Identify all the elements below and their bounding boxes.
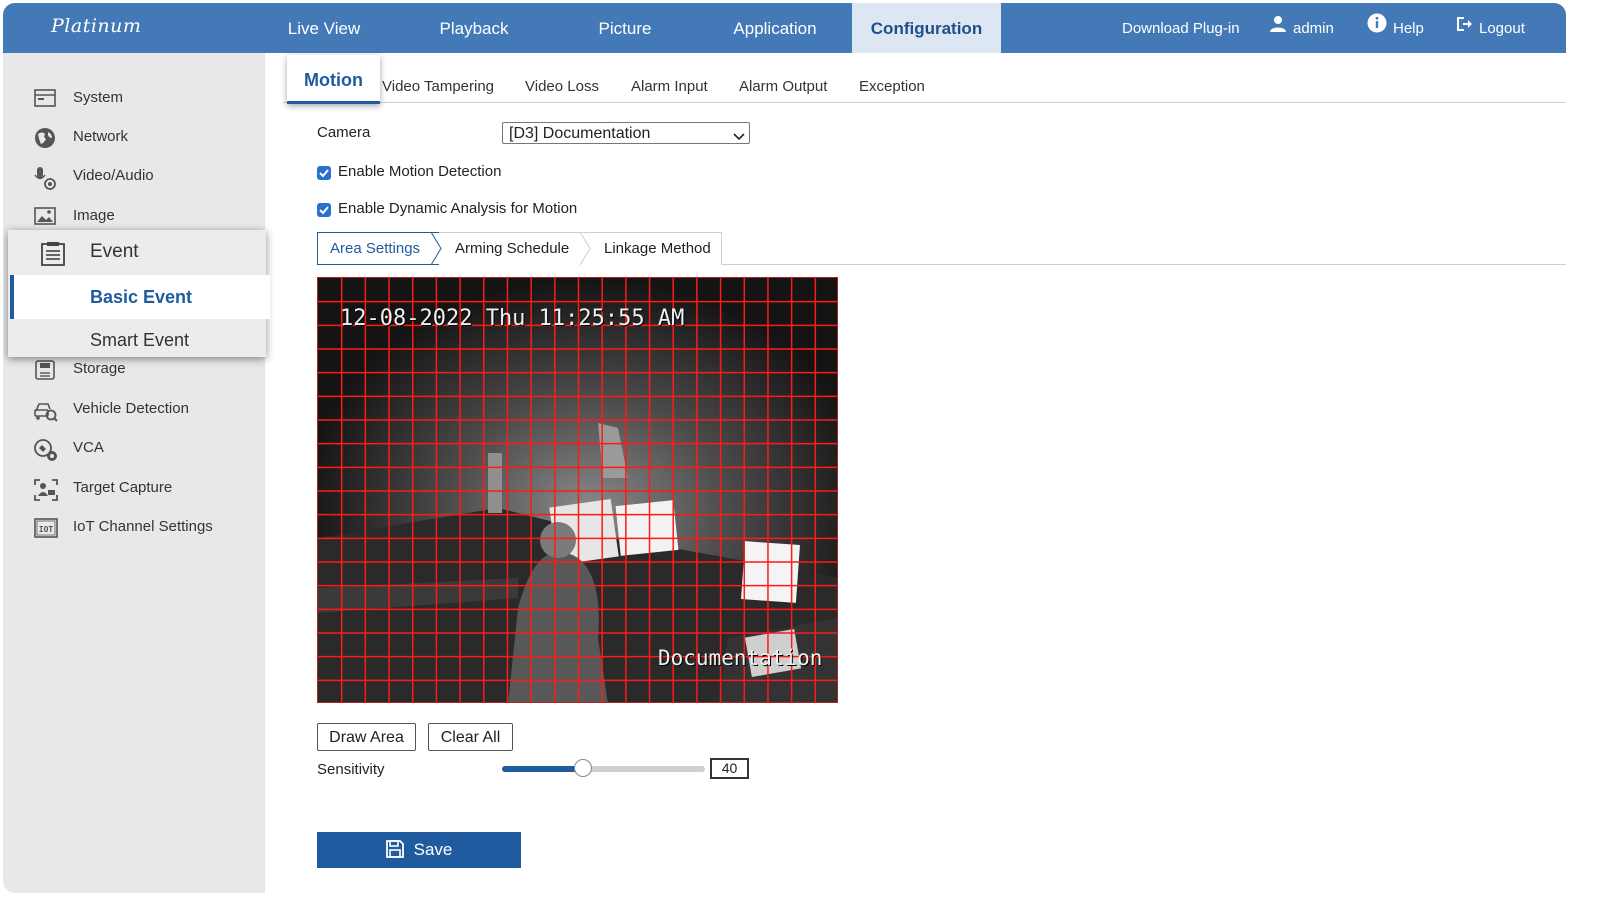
user-icon bbox=[1269, 3, 1287, 55]
sensitivity-slider-handle[interactable] bbox=[574, 759, 593, 777]
user-menu[interactable]: admin bbox=[1269, 3, 1334, 53]
save-button[interactable]: Save bbox=[317, 832, 521, 868]
logout-icon bbox=[1455, 3, 1473, 55]
globe-icon bbox=[33, 127, 57, 148]
nav-playback[interactable]: Playback bbox=[409, 3, 539, 53]
motion-detection-grid[interactable] bbox=[318, 278, 838, 703]
nav-configuration[interactable]: Configuration bbox=[852, 3, 1001, 53]
tab-motion[interactable]: Motion bbox=[287, 55, 380, 104]
download-plugin-link[interactable]: Download Plug-in bbox=[1122, 3, 1240, 53]
help-label: Help bbox=[1393, 20, 1424, 37]
subtabs-divider bbox=[283, 102, 1566, 103]
video-channel-name-overlay: Documentation bbox=[658, 646, 823, 670]
enable-motion-checkbox[interactable] bbox=[317, 166, 331, 180]
top-navigation-bar: Platinum Live View Playback Picture Appl… bbox=[3, 3, 1566, 53]
sidebar-item-smart-event[interactable]: Smart Event bbox=[8, 325, 266, 355]
sidebar-item-event[interactable]: Event bbox=[8, 230, 266, 274]
user-name: admin bbox=[1293, 20, 1334, 37]
sensitivity-value-input[interactable]: 40 bbox=[710, 758, 749, 779]
enable-motion-label: Enable Motion Detection bbox=[338, 163, 502, 180]
camera-label: Camera bbox=[317, 124, 371, 141]
nav-picture[interactable]: Picture bbox=[563, 3, 687, 53]
tab-video-loss[interactable]: Video Loss bbox=[525, 75, 599, 99]
sensitivity-slider-fill bbox=[502, 766, 584, 772]
sidebar-item-basic-event[interactable]: Basic Event bbox=[10, 275, 270, 319]
floppy-disk-icon bbox=[385, 839, 404, 858]
camera-select[interactable]: [D3] Documentation bbox=[502, 122, 750, 144]
brand-logo: Platinum bbox=[51, 15, 142, 37]
event-submenu-panel: Event Basic Event Smart Event bbox=[8, 230, 270, 357]
save-label: Save bbox=[413, 840, 453, 859]
logout-link[interactable]: Logout bbox=[1455, 3, 1525, 53]
target-capture-icon bbox=[33, 478, 58, 501]
checkmark-icon bbox=[319, 169, 329, 178]
help-link[interactable]: Help bbox=[1367, 3, 1424, 53]
motion-area-video-preview[interactable]: 12-08-2022 Thu 11:25:55 AM Documentation bbox=[317, 277, 838, 703]
sensitivity-slider[interactable] bbox=[502, 759, 705, 777]
checkmark-icon bbox=[319, 206, 329, 215]
tab-arrow-separator bbox=[431, 232, 442, 265]
tab-linkage-method[interactable]: Linkage Method bbox=[604, 239, 711, 259]
nav-live-view[interactable]: Live View bbox=[261, 3, 387, 53]
app-window: Platinum Live View Playback Picture Appl… bbox=[3, 3, 1566, 893]
nav-application[interactable]: Application bbox=[709, 3, 841, 53]
tab-arming-schedule[interactable]: Arming Schedule bbox=[455, 239, 569, 259]
storage-icon bbox=[33, 359, 57, 380]
enable-dynamic-label: Enable Dynamic Analysis for Motion bbox=[338, 200, 578, 217]
tab-arrow-separator bbox=[580, 232, 591, 265]
svg-text:IOT: IOT bbox=[39, 525, 54, 534]
tab-alarm-input[interactable]: Alarm Input bbox=[631, 75, 708, 99]
vehicle-detection-icon bbox=[33, 399, 58, 422]
sensitivity-label: Sensitivity bbox=[317, 761, 385, 778]
tab-area-settings[interactable]: Area Settings bbox=[330, 239, 420, 259]
enable-dynamic-checkbox[interactable] bbox=[317, 203, 331, 217]
camera-select-value: [D3] Documentation bbox=[509, 125, 651, 142]
clear-all-button[interactable]: Clear All bbox=[428, 723, 513, 751]
tab-exception[interactable]: Exception bbox=[859, 75, 925, 99]
logout-label: Logout bbox=[1479, 20, 1525, 37]
system-icon bbox=[33, 88, 57, 108]
info-icon bbox=[1367, 3, 1387, 55]
tab-alarm-output[interactable]: Alarm Output bbox=[739, 75, 827, 99]
image-icon bbox=[33, 206, 57, 226]
config-sidebar: System Network Video/Audio Image Storage bbox=[3, 53, 265, 893]
tab-video-tampering[interactable]: Video Tampering bbox=[382, 75, 494, 99]
chevron-down-icon bbox=[733, 127, 745, 149]
vca-icon bbox=[33, 438, 57, 461]
iot-icon: IOT bbox=[33, 517, 58, 538]
video-audio-icon bbox=[33, 166, 57, 190]
video-timestamp-overlay: 12-08-2022 Thu 11:25:55 AM bbox=[340, 306, 685, 331]
draw-area-button[interactable]: Draw Area bbox=[317, 723, 416, 751]
